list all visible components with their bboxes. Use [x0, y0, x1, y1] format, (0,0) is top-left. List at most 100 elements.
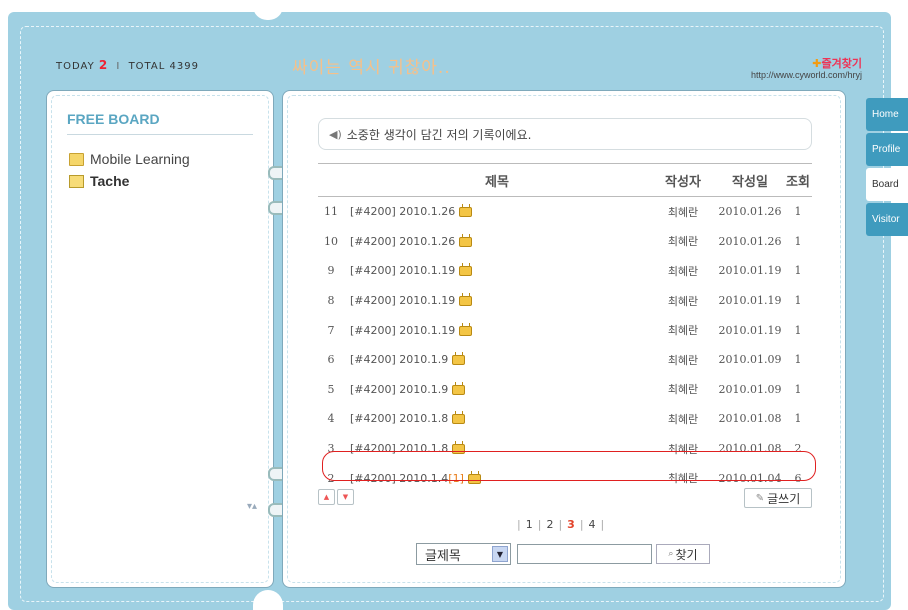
favorites-label: 즐겨찾기: [821, 57, 862, 70]
col-views: 조회: [784, 163, 812, 197]
post-title-text[interactable]: [#4200] 2010.1.19: [350, 264, 455, 277]
tv-icon: [452, 381, 466, 395]
post-author: 최혜란: [667, 205, 699, 219]
post-title[interactable]: [#4200] 2010.1.19: [344, 256, 650, 286]
page-title: 싸이는 역시 귀찮아..: [292, 58, 451, 78]
table-row[interactable]: 5 [#4200] 2010.1.9 최혜란 2010.01.09 1: [318, 375, 812, 405]
post-title[interactable]: [#4200] 2010.1.19: [344, 315, 650, 345]
tv-icon: [452, 411, 466, 425]
table-row[interactable]: 11 [#4200] 2010.1.26 최혜란 2010.01.26 1: [318, 197, 812, 227]
post-views: 1: [794, 294, 802, 308]
sidebar-item-mobile-learning[interactable]: Mobile Learning: [69, 151, 190, 167]
post-title-text[interactable]: [#4200] 2010.1.8: [350, 412, 448, 425]
side-tabs: Home Profile Board Visitor: [866, 98, 908, 238]
tab-home[interactable]: Home: [866, 98, 908, 131]
post-title[interactable]: [#4200] 2010.1.9: [344, 345, 650, 375]
col-title: 제목: [344, 163, 650, 197]
search-input[interactable]: [517, 544, 652, 564]
post-title[interactable]: [#4200] 2010.1.8: [344, 404, 650, 434]
post-author: 최혜란: [667, 324, 699, 338]
plus-icon: ✚: [812, 57, 822, 70]
post-number: 4: [327, 412, 335, 426]
tab-board[interactable]: Board: [866, 168, 908, 201]
post-title[interactable]: [#4200] 2010.1.19: [344, 286, 650, 316]
post-date: 2010.01.26: [718, 205, 782, 219]
move-down-button[interactable]: ▼: [337, 489, 354, 505]
post-number: 10: [324, 234, 338, 248]
post-title[interactable]: [#4200] 2010.1.9: [344, 375, 650, 405]
table-row[interactable]: 10 [#4200] 2010.1.26 최혜란 2010.01.26 1: [318, 227, 812, 257]
table-row[interactable]: 8 [#4200] 2010.1.19 최혜란 2010.01.19 1: [318, 286, 812, 316]
post-title[interactable]: [#4200] 2010.1.26: [344, 197, 650, 227]
tv-icon: [459, 293, 473, 307]
post-author: 최혜란: [667, 353, 699, 367]
board-intro: ◀) 소중한 생각이 담긴 저의 기록이에요.: [318, 118, 812, 150]
post-title-text[interactable]: [#4200] 2010.1.9: [350, 353, 448, 366]
write-label: 글쓰기: [767, 491, 801, 506]
pencil-icon: ✎: [755, 492, 765, 504]
table-row[interactable]: 9 [#4200] 2010.1.19 최혜란 2010.01.19 1: [318, 256, 812, 286]
post-views: 1: [794, 412, 802, 426]
post-title-text[interactable]: [#4200] 2010.1.19: [350, 324, 455, 337]
post-date: 2010.01.19: [718, 323, 782, 337]
post-title[interactable]: [#4200] 2010.1.26: [344, 227, 650, 257]
post-number: 7: [327, 323, 335, 337]
board-table: 제목 작성자 작성일 조회 11 [#4200] 2010.1.26 최혜란 2010…: [318, 163, 812, 493]
page-link[interactable]: 4: [589, 518, 596, 531]
visitor-counter: TODAY 2 I TOTAL 4399: [56, 58, 199, 72]
post-date: 2010.01.26: [718, 234, 782, 248]
post-date: 2010.01.09: [718, 382, 782, 396]
write-button[interactable]: ✎ 글쓰기: [744, 488, 812, 508]
post-number: 5: [327, 382, 335, 396]
search-button[interactable]: ⌕ 찾기: [656, 544, 710, 564]
col-date: 작성일: [716, 163, 784, 197]
tv-icon: [459, 204, 473, 218]
post-title-text[interactable]: [#4200] 2010.1.19: [350, 294, 455, 307]
sidebar-divider: [67, 134, 253, 135]
favorites-link[interactable]: ✚즐겨찾기: [812, 55, 862, 71]
post-views: 1: [794, 382, 802, 396]
post-title-text[interactable]: [#4200] 2010.1.9: [350, 383, 448, 396]
table-header-row: 제목 작성자 작성일 조회: [318, 163, 812, 197]
page-link-current[interactable]: 3: [567, 518, 575, 531]
page-link[interactable]: 1: [526, 518, 533, 531]
collapse-arrows-icon[interactable]: ▾▴: [247, 501, 257, 512]
post-author: 최혜란: [667, 235, 699, 249]
table-row[interactable]: 7 [#4200] 2010.1.19 최혜란 2010.01.19 1: [318, 315, 812, 345]
post-title-text[interactable]: [#4200] 2010.1.26: [350, 235, 455, 248]
pagination: | 1 | 2 | 3 | 4 |: [517, 518, 605, 531]
table-row[interactable]: 6 [#4200] 2010.1.9 최혜란 2010.01.09 1: [318, 345, 812, 375]
sidebar-dashed-border: [51, 95, 269, 583]
search-field-select[interactable]: 글제목 ▼: [416, 543, 511, 565]
post-author: 최혜란: [667, 412, 699, 426]
search-field-value: 글제목: [425, 548, 461, 564]
chevron-down-icon[interactable]: ▼: [492, 546, 508, 562]
sidebar-item-tache[interactable]: Tache: [69, 173, 129, 189]
today-count: 2: [98, 58, 109, 72]
tv-icon: [459, 322, 473, 336]
tab-visitor[interactable]: Visitor: [866, 203, 908, 236]
post-views: 1: [794, 323, 802, 337]
post-views: 1: [794, 353, 802, 367]
move-up-button[interactable]: ▲: [318, 489, 335, 505]
sidebar-item-label: Tache: [90, 173, 130, 189]
tab-profile[interactable]: Profile: [866, 133, 908, 166]
intro-text: 소중한 생각이 담긴 저의 기록이에요.: [346, 127, 532, 142]
folder-icon: [69, 152, 84, 166]
search-button-label: 찾기: [675, 547, 698, 562]
post-author: 최혜란: [667, 383, 699, 397]
post-date: 2010.01.19: [718, 264, 782, 278]
post-number: 11: [324, 205, 338, 219]
post-title-text[interactable]: [#4200] 2010.1.26: [350, 205, 455, 218]
homepage-url: http://www.cyworld.com/hryj: [750, 70, 862, 80]
post-views: 1: [794, 264, 802, 278]
page-link[interactable]: 2: [546, 518, 553, 531]
speaker-icon: ◀): [329, 127, 342, 141]
search-icon: ⌕: [668, 549, 674, 559]
sidebar-item-label: Mobile Learning: [90, 151, 190, 167]
tv-icon: [459, 263, 473, 277]
selected-row-highlight: [322, 451, 816, 481]
post-date: 2010.01.09: [718, 353, 782, 367]
post-views: 1: [794, 234, 802, 248]
table-row[interactable]: 4 [#4200] 2010.1.8 최혜란 2010.01.08 1: [318, 404, 812, 434]
